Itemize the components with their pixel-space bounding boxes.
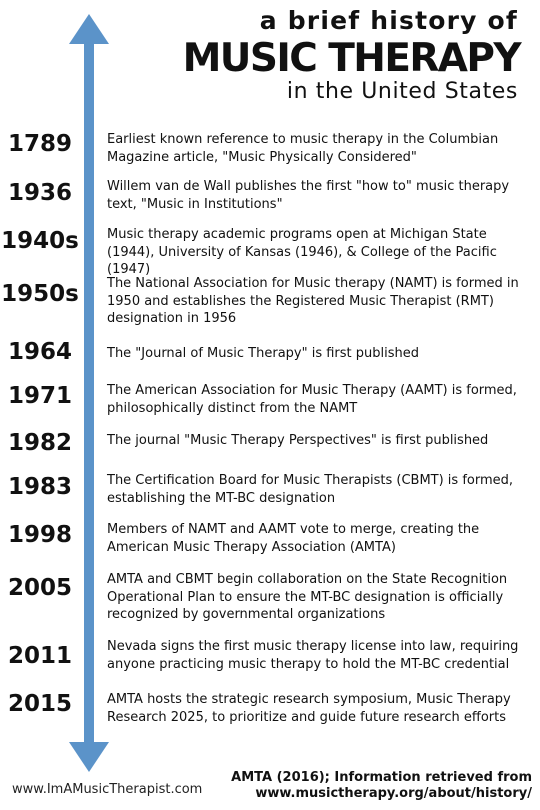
- timeline-year: 2005: [7, 575, 72, 601]
- timeline-year: 1982: [7, 430, 72, 456]
- timeline-year: 1940s: [1, 228, 79, 254]
- source-line-1: AMTA (2016); Information retrieved from: [231, 770, 532, 785]
- title-line-3: in the United States: [286, 79, 518, 104]
- timeline-text: The Certification Board for Music Therap…: [107, 473, 514, 506]
- timeline-year: 1936: [7, 180, 72, 206]
- timeline-text: Earliest known reference to music therap…: [107, 132, 499, 165]
- title-line-2: MUSIC THERAPY: [182, 36, 522, 81]
- timeline-year: 2011: [7, 643, 72, 669]
- source-line-2: www.musictherapy.org/about/history/: [255, 786, 532, 801]
- timeline-year: 1983: [7, 474, 72, 500]
- timeline-text: The National Association for Music thera…: [107, 276, 519, 326]
- timeline-text: Music therapy academic programs open at …: [107, 227, 497, 277]
- timeline-text: AMTA hosts the strategic research sympos…: [107, 692, 511, 725]
- timeline-year: 2015: [7, 691, 72, 717]
- timeline-year: 1950s: [1, 281, 79, 307]
- timeline-text: Nevada signs the first music therapy lic…: [107, 639, 519, 672]
- timeline-text: Members of NAMT and AAMT vote to merge, …: [107, 522, 480, 555]
- timeline-year: 1964: [7, 339, 72, 365]
- title-line-1: a brief history of: [259, 6, 518, 35]
- timeline-text: The journal "Music Therapy Perspectives"…: [107, 433, 489, 448]
- timeline-text: The American Association for Music Thera…: [107, 383, 517, 416]
- timeline-text: AMTA and CBMT begin collaboration on the…: [107, 572, 508, 622]
- source-citation: AMTA (2016); Information retrieved from …: [231, 770, 532, 802]
- timeline-year: 1789: [7, 131, 72, 157]
- timeline-text: Willem van de Wall publishes the first "…: [107, 179, 510, 212]
- timeline-year: 1971: [7, 383, 72, 409]
- timeline-text: The "Journal of Music Therapy" is first …: [107, 346, 419, 361]
- timeline-year: 1998: [7, 522, 72, 548]
- timeline-arrow-down: [69, 742, 109, 772]
- timeline-arrow-shaft: [84, 40, 94, 752]
- website-footer: www.ImAMusicTherapist.com: [12, 782, 203, 797]
